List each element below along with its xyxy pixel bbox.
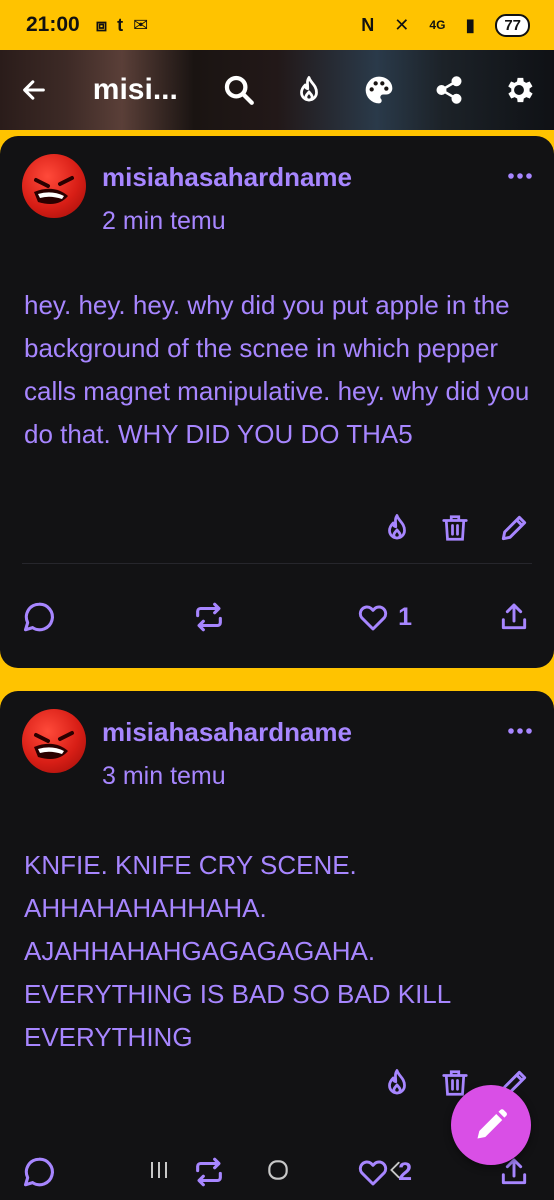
post-card[interactable]: misiahasahardname 2 min temu hey. hey. h…: [0, 136, 554, 668]
search-button[interactable]: [204, 60, 274, 120]
edit-button[interactable]: [498, 512, 530, 544]
back-button[interactable]: [0, 76, 69, 104]
reblog-button[interactable]: [192, 600, 226, 634]
trash-icon: [442, 515, 468, 541]
battery-indicator: 77: [495, 13, 530, 37]
flame-icon: [300, 76, 318, 102]
username[interactable]: misiahasahardname: [102, 162, 352, 193]
reply-button[interactable]: [22, 1155, 56, 1189]
status-time: 21:00: [26, 13, 80, 36]
post-text: KNFIE. KNIFE CRY SCENE. AHHAHAHAHHAHA. A…: [24, 850, 451, 1052]
avatar[interactable]: [22, 154, 86, 218]
avatar[interactable]: [22, 709, 86, 773]
reblog-icon: [196, 1157, 222, 1187]
like-count: 1: [398, 602, 412, 631]
speech-bubble-icon: [23, 1157, 54, 1187]
arrow-left-icon: [23, 80, 46, 100]
more-horizontal-icon: [508, 728, 532, 734]
reblog-button[interactable]: [192, 1155, 226, 1189]
delete-button[interactable]: [440, 512, 470, 544]
signal-icon: ▮: [465, 14, 476, 35]
share-icon: [436, 76, 462, 104]
pencil-icon: [477, 1109, 507, 1139]
share-button[interactable]: [414, 60, 484, 120]
reblog-icon: [196, 602, 222, 632]
flame-icon: [388, 1069, 406, 1095]
divider: [22, 563, 532, 564]
tumblr-icon: t: [117, 14, 124, 35]
status-bar: 21:00 ⧈ t ✉ N ✕ 4G ▮ 77: [0, 0, 554, 50]
like-button[interactable]: 1: [356, 601, 412, 633]
like-count: 2: [398, 1157, 412, 1186]
like-button[interactable]: 2: [356, 1156, 412, 1188]
flame-icon: [388, 514, 406, 540]
more-horizontal-icon: [508, 173, 532, 179]
gear-icon: [508, 77, 533, 103]
flame-button[interactable]: [274, 60, 344, 120]
upload-icon: [501, 603, 527, 630]
more-options-button[interactable]: [508, 727, 532, 735]
top-app-bar: misi...: [0, 50, 554, 130]
post-header: misiahasahardname 3 min temu: [22, 709, 352, 791]
nfc-icon: N: [361, 14, 375, 35]
network-label: 4G: [429, 18, 446, 32]
share-post-button[interactable]: [498, 600, 530, 634]
page-title: misi...: [92, 73, 178, 106]
reply-button[interactable]: [22, 600, 56, 634]
heart-icon: [358, 605, 388, 631]
screaming-face-icon: [34, 176, 74, 204]
post-time: 3 min temu: [102, 762, 226, 790]
heart-icon: [358, 1160, 388, 1186]
screaming-face-icon: [34, 731, 74, 759]
post-footer: 2: [22, 1155, 530, 1189]
search-icon: [224, 75, 254, 105]
blaze-button[interactable]: [382, 1067, 412, 1099]
post-footer: 1: [22, 600, 530, 634]
post-time: 2 min temu: [102, 207, 226, 235]
palette-icon: [365, 76, 393, 104]
mail-icon: ✉: [133, 14, 149, 35]
own-post-actions: [382, 512, 530, 544]
mute-icon: ✕: [394, 14, 410, 35]
blaze-button[interactable]: [382, 512, 412, 544]
speech-bubble-icon: [23, 602, 54, 632]
settings-button[interactable]: [484, 60, 554, 120]
more-options-button[interactable]: [508, 172, 532, 180]
pencil-icon: [501, 515, 527, 541]
post-header: misiahasahardname 2 min temu: [22, 154, 352, 236]
compose-button[interactable]: [451, 1085, 531, 1165]
post-text: hey. hey. hey. why did you put apple in …: [24, 290, 530, 449]
screenshot-icon: ⧈: [95, 14, 108, 35]
palette-button[interactable]: [344, 60, 414, 120]
username[interactable]: misiahasahardname: [102, 717, 352, 748]
